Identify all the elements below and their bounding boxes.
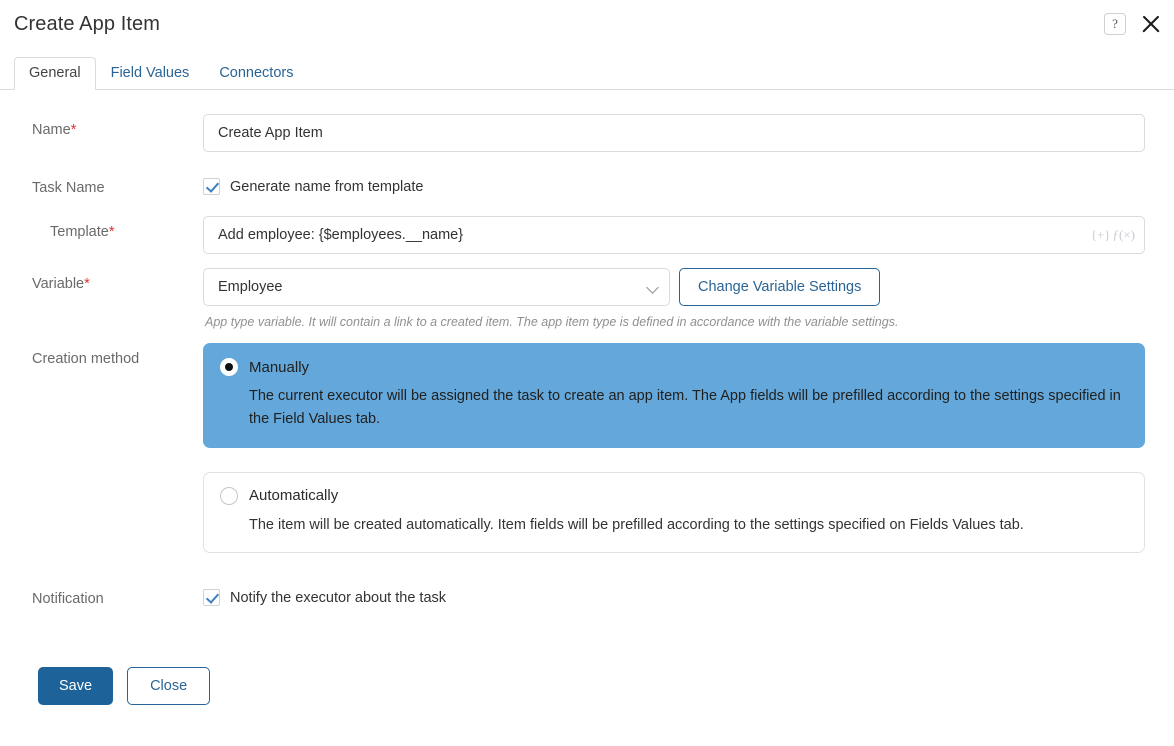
notification-field-wrap: Notify the executor about the task: [203, 583, 1174, 607]
function-icon[interactable]: ƒ(×): [1113, 227, 1136, 243]
notify-executor-checkbox-label: Notify the executor about the task: [230, 589, 447, 606]
name-required-marker: *: [70, 122, 77, 138]
tab-bar: General Field Values Connectors: [0, 52, 1174, 90]
close-icon[interactable]: [1138, 11, 1164, 37]
creation-method-label: Creation method: [32, 351, 140, 367]
change-variable-settings-button[interactable]: Change Variable Settings: [679, 268, 881, 306]
row-task-name: Task Name Generate name from template: [0, 172, 1174, 196]
row-name: Name*: [0, 114, 1174, 152]
radio-automatically[interactable]: [220, 486, 238, 505]
task-name-field-wrap: Generate name from template: [203, 172, 1174, 195]
header-actions: ?: [1104, 11, 1164, 37]
template-label-text: Template: [50, 224, 109, 240]
creation-option-automatically[interactable]: Automatically The item will be created a…: [203, 471, 1145, 554]
creation-option-manually-title: Manually: [249, 358, 310, 376]
generate-name-checkbox-label: Generate name from template: [230, 178, 424, 195]
variable-hint: App type variable. It will contain a lin…: [205, 315, 899, 329]
variable-label-text: Variable: [32, 276, 85, 292]
variable-label: Variable*: [0, 268, 203, 292]
notify-executor-checkbox[interactable]: [203, 589, 220, 607]
save-button[interactable]: Save: [38, 667, 114, 706]
dialog-footer: Save Close: [0, 667, 1174, 706]
notify-executor-checkbox-row[interactable]: Notify the executor about the task: [203, 583, 1145, 607]
row-creation-method: Creation method Manually The current exe…: [0, 343, 1174, 554]
name-field-wrap: [203, 114, 1174, 152]
creation-option-manually[interactable]: Manually The current executor will be as…: [203, 343, 1145, 448]
general-form: Name* Task Name Generate name from templ…: [0, 90, 1174, 706]
variable-required-marker: *: [84, 276, 90, 292]
creation-option-automatically-head: Automatically: [220, 486, 1128, 505]
variable-select-wrap: Employee: [203, 268, 670, 306]
page-title: Create App Item: [14, 13, 161, 35]
template-required-marker: *: [108, 224, 115, 240]
question-mark-icon[interactable]: ?: [1104, 13, 1126, 35]
close-button[interactable]: Close: [127, 667, 211, 706]
template-label: Template*: [0, 216, 203, 240]
creation-option-manually-head: Manually: [220, 358, 1128, 376]
creation-method-field-wrap: Manually The current executor will be as…: [203, 343, 1174, 554]
tab-field-values[interactable]: Field Values: [96, 57, 205, 91]
dialog-header: Create App Item ?: [0, 0, 1174, 52]
variable-field-wrap: Employee Change Variable Settings App ty…: [203, 268, 1174, 329]
template-field-wrap: {+} ƒ(×): [203, 216, 1174, 254]
task-name-label: Task Name: [32, 180, 105, 196]
tab-general[interactable]: General: [14, 56, 96, 90]
name-label: Name*: [0, 114, 203, 138]
template-input[interactable]: [203, 216, 1145, 254]
row-notification: Notification Notify the executor about t…: [0, 583, 1174, 607]
name-label-text: Name: [32, 122, 71, 138]
name-input[interactable]: [203, 114, 1145, 152]
generate-name-checkbox-row[interactable]: Generate name from template: [203, 172, 1145, 195]
template-input-tools: {+} ƒ(×): [1091, 216, 1135, 254]
tab-connectors[interactable]: Connectors: [204, 57, 308, 91]
variable-select[interactable]: Employee: [203, 268, 670, 306]
row-template: Template* {+} ƒ(×): [0, 216, 1174, 254]
generate-name-checkbox[interactable]: [203, 178, 220, 195]
row-variable: Variable* Employee Change Variable Setti…: [0, 268, 1174, 329]
insert-variable-icon[interactable]: {+}: [1091, 227, 1111, 243]
template-input-group: {+} ƒ(×): [203, 216, 1145, 254]
creation-option-automatically-title: Automatically: [249, 487, 339, 505]
creation-option-manually-description: The current executor will be assigned th…: [249, 388, 1121, 428]
radio-manually[interactable]: [220, 358, 238, 376]
creation-option-automatically-description: The item will be created automatically. …: [249, 516, 1024, 533]
notification-label: Notification: [32, 591, 104, 608]
